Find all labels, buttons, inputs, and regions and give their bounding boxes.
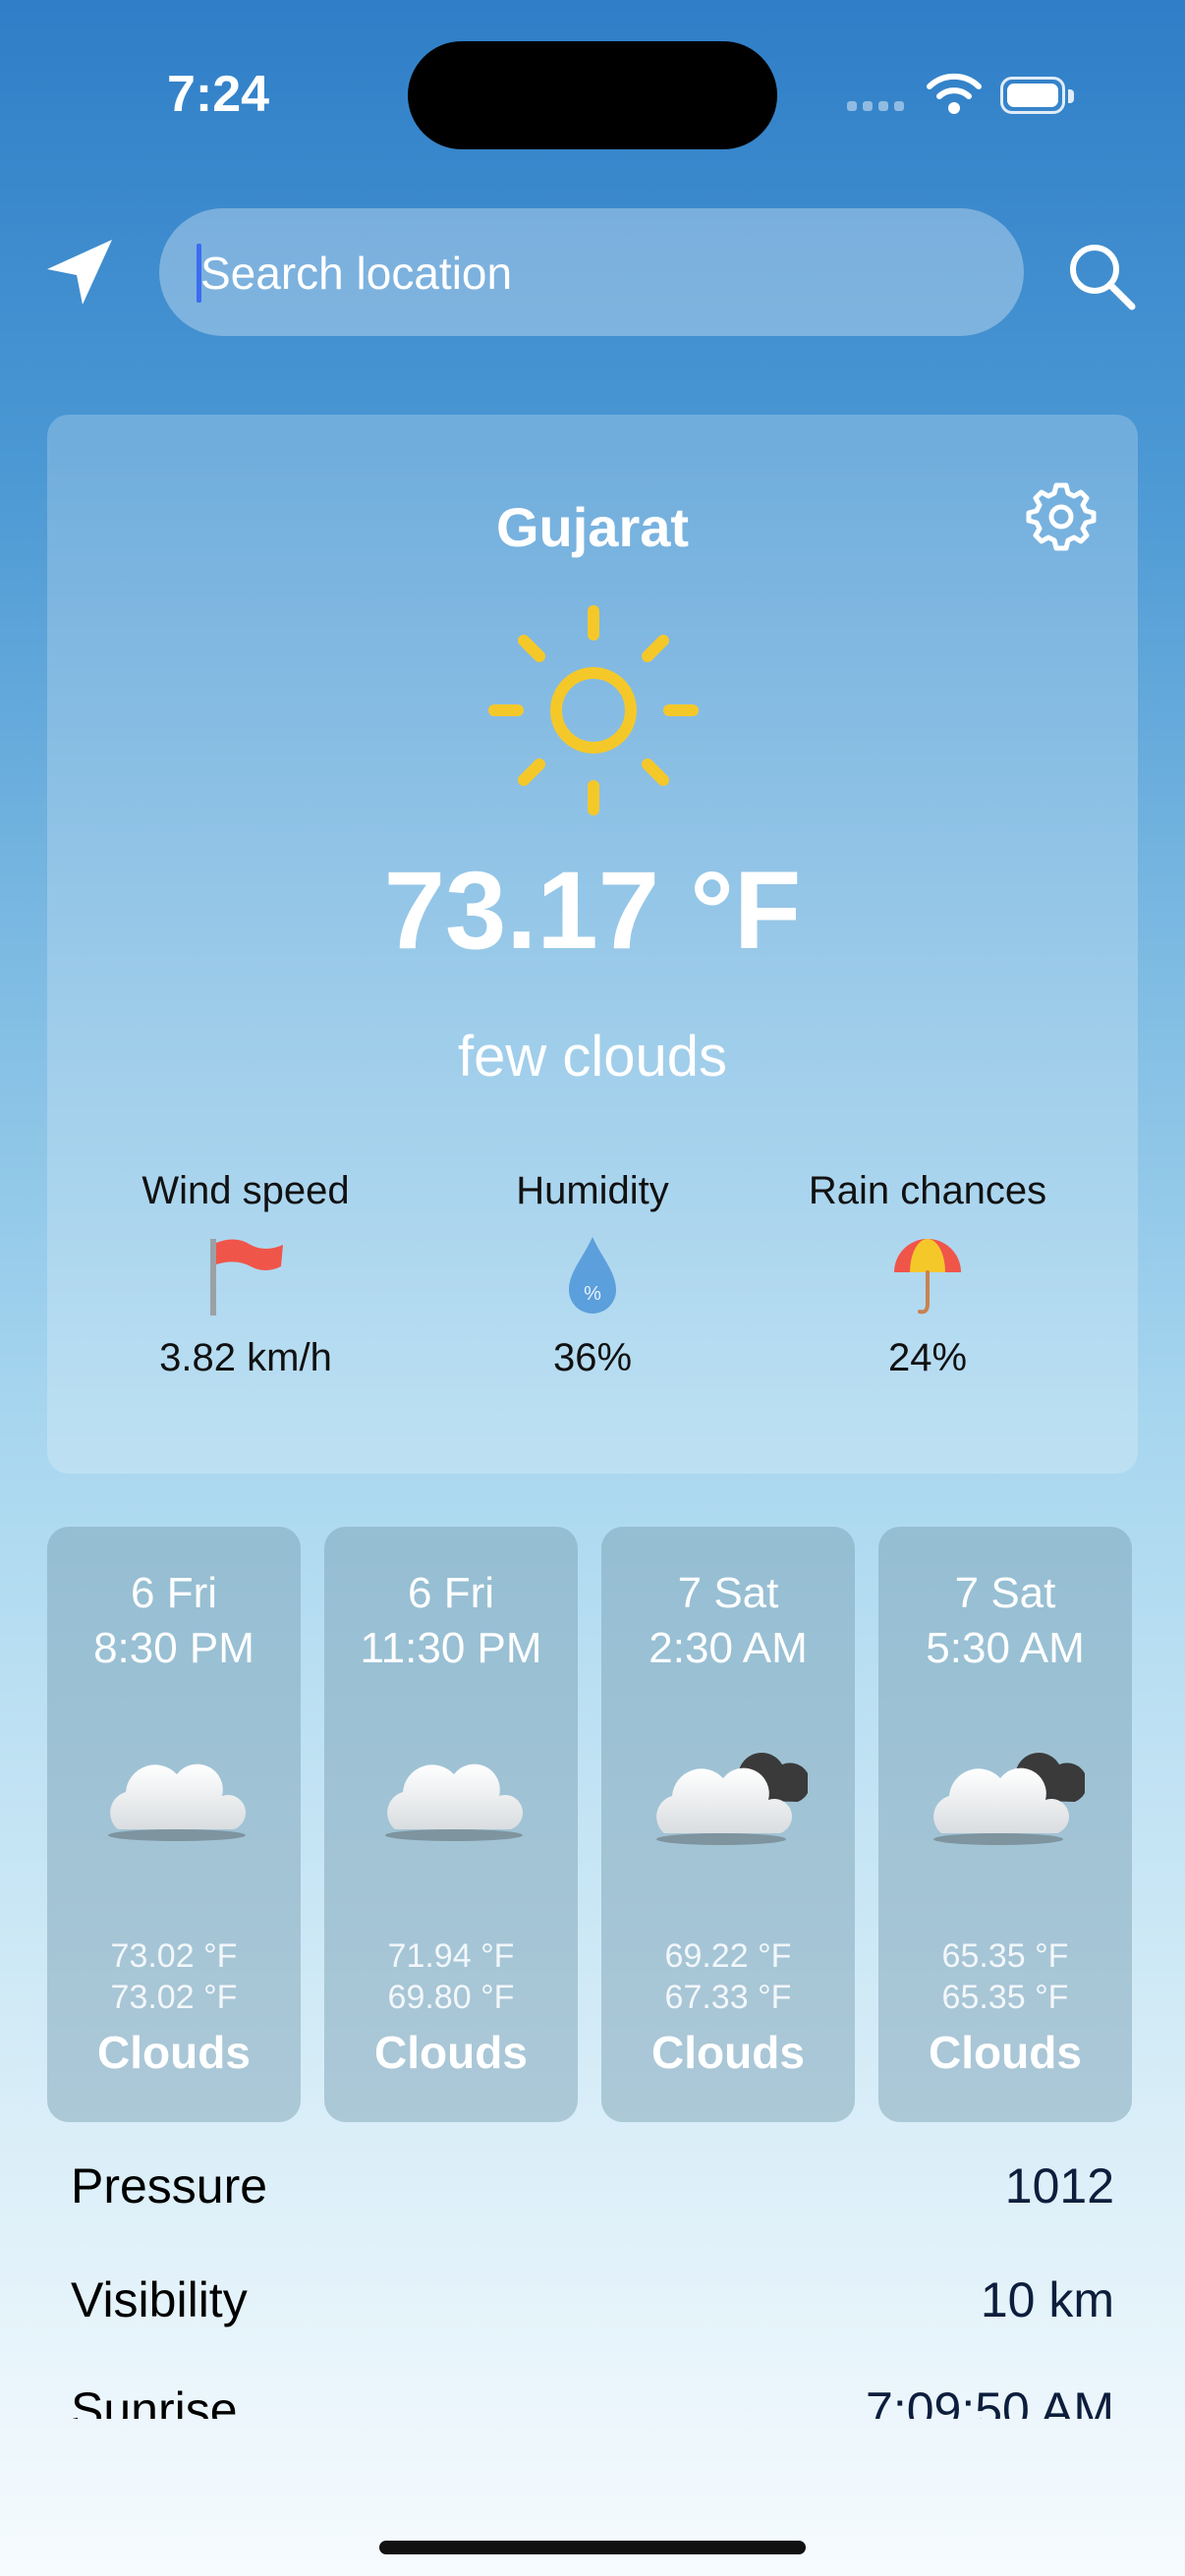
forecast-condition: Clouds [374, 2027, 528, 2078]
forecast-datetime: 6 Fri 11:30 PM [324, 1566, 578, 1676]
cloud-icon [385, 1764, 524, 1841]
metric-label: Wind speed [141, 1169, 350, 1212]
forecast-time: 2:30 AM [649, 1624, 808, 1672]
forecast-temp-min: 73.02 °F [110, 1979, 238, 2016]
home-indicator[interactable] [379, 2541, 806, 2554]
forecast-day: 6 Fri [131, 1569, 217, 1617]
forecast-datetime: 7 Sat 5:30 AM [878, 1566, 1132, 1676]
wifi-icon [927, 73, 982, 114]
metric-label: Humidity [516, 1169, 669, 1212]
forecast-tile[interactable]: 7 Sat 2:30 AM 69.22 °F 67.33 °F Clouds [601, 1527, 855, 2122]
metric-value: 36% [552, 1336, 633, 1379]
detail-row-sunrise: Sunrise 7:09:50 AM [71, 2372, 1114, 2419]
forecast-day: 7 Sat [954, 1569, 1056, 1617]
metric-label: Rain chances [808, 1169, 1047, 1212]
metric-rain-chances: Rain chances 24% [761, 1169, 1095, 1380]
forecast-tile[interactable]: 6 Fri 8:30 PM 73.02 °F 73.02 °F Clouds [47, 1527, 301, 2122]
forecast-tile[interactable]: 6 Fri 11:30 PM 71.94 °F 69.80 °F Clouds [324, 1527, 578, 2122]
forecast-temp-min: 67.33 °F [664, 1979, 792, 2016]
search-icon[interactable] [1063, 238, 1142, 316]
broken-clouds-icon [933, 1753, 1085, 1845]
weather-description: few clouds [457, 1025, 728, 1089]
battery-icon [1000, 77, 1077, 116]
forecast-condition: Clouds [651, 2027, 805, 2078]
umbrella-icon [894, 1239, 961, 1315]
svg-text:%: % [584, 1283, 601, 1305]
search-input[interactable] [198, 208, 969, 338]
cellular-signal-icon [847, 98, 910, 114]
current-weather-card: Gujarat 73.17 °F few clouds Wind speed 3… [47, 415, 1138, 1474]
forecast-time: 5:30 AM [926, 1624, 1085, 1672]
detail-value: 7:09:50 AM [866, 2382, 1114, 2419]
current-temperature: 73.17 °F [383, 849, 802, 972]
forecast-datetime: 6 Fri 8:30 PM [47, 1566, 301, 1676]
forecast-temp-min: 65.35 °F [941, 1979, 1069, 2016]
forecast-time: 8:30 PM [93, 1624, 254, 1672]
metric-value: 3.82 km/h [159, 1336, 332, 1379]
humidity-drop-icon: % [569, 1237, 616, 1314]
forecast-temp-max: 65.35 °F [941, 1937, 1069, 1975]
detail-value: 1012 [1004, 2158, 1114, 2213]
status-time: 7:24 [167, 66, 270, 123]
forecast-datetime: 7 Sat 2:30 AM [601, 1566, 855, 1676]
detail-label: Visibility [71, 2272, 248, 2327]
forecast-condition: Clouds [97, 2027, 251, 2078]
forecast-time: 11:30 PM [360, 1624, 542, 1672]
detail-row-visibility: Visibility 10 km [71, 2262, 1114, 2340]
forecast-tile[interactable]: 7 Sat 5:30 AM 65.35 °F 65.35 °F Clouds [878, 1527, 1132, 2122]
detail-label: Sunrise [71, 2382, 238, 2419]
forecast-day: 7 Sat [677, 1569, 779, 1617]
wind-flag-icon [210, 1239, 283, 1316]
forecast-temp-max: 73.02 °F [110, 1937, 238, 1975]
cloud-icon [108, 1764, 247, 1841]
sun-icon [488, 605, 699, 815]
detail-value: 10 km [980, 2272, 1114, 2327]
forecast-temp-max: 69.22 °F [664, 1937, 792, 1975]
forecast-temp-min: 69.80 °F [387, 1979, 515, 2016]
city-name: Gujarat [495, 496, 690, 558]
details-scroll-clip: Sunrise 7:09:50 AM [0, 2358, 1185, 2419]
detail-row-pressure: Pressure 1012 [71, 2148, 1114, 2226]
forecast-temp-max: 71.94 °F [387, 1937, 515, 1975]
broken-clouds-icon [656, 1753, 808, 1845]
text-caret [197, 244, 201, 303]
current-location-icon[interactable] [41, 234, 120, 312]
metric-wind-speed: Wind speed 3.82 km/h [79, 1169, 413, 1380]
detail-label: Pressure [71, 2158, 268, 2213]
forecast-condition: Clouds [929, 2027, 1082, 2078]
status-bar: 7:24 [0, 0, 1185, 187]
metric-value: 24% [887, 1336, 968, 1379]
metric-humidity: Humidity % 36% [425, 1169, 760, 1380]
dynamic-island [408, 41, 777, 149]
gear-icon[interactable] [1024, 479, 1099, 554]
search-bar[interactable] [159, 208, 1024, 338]
forecast-day: 6 Fri [408, 1569, 494, 1617]
